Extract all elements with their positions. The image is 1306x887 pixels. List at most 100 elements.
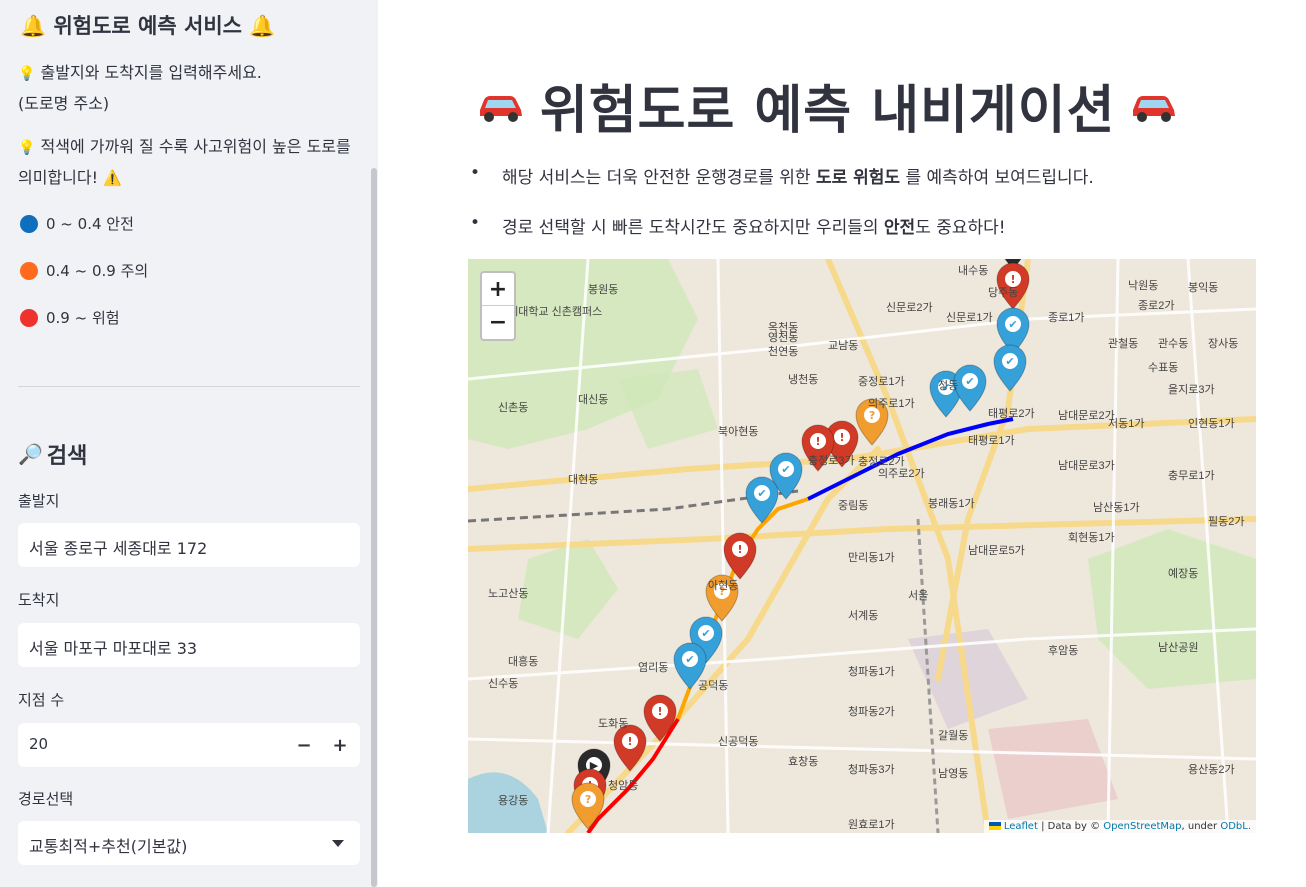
map-place-label: 남대문로2가 bbox=[1058, 409, 1115, 422]
map-place-label: 아현동 bbox=[708, 579, 738, 592]
leaflet-link[interactable]: Leaflet bbox=[1004, 821, 1038, 832]
map-place-label: 청암동 bbox=[608, 779, 638, 792]
map-place-label: 남대문로3가 bbox=[1058, 459, 1115, 472]
map-place-label: 서계동 bbox=[848, 609, 878, 622]
map-place-label: 노고산동 bbox=[488, 587, 528, 600]
map-place-label: 낙원동 bbox=[1128, 279, 1158, 292]
map-place-label: 신수동 bbox=[488, 677, 518, 690]
attr-text: | Data by © bbox=[1037, 821, 1104, 832]
zoom-control: + − bbox=[480, 271, 516, 341]
map-place-label: 천연동 bbox=[768, 344, 798, 358]
map-place-label: 인현동1가 bbox=[1188, 417, 1235, 430]
decrement-button[interactable]: − bbox=[286, 723, 322, 767]
svg-text:✔: ✔ bbox=[1005, 355, 1014, 368]
points-number-input[interactable]: 20 − + bbox=[18, 723, 360, 767]
map-place-label: 의주로1가 bbox=[868, 397, 915, 410]
info-risk-guide: 💡 적색에 가까워 질 수록 사고위험이 높은 도로를 의미합니다! ⚠️ bbox=[18, 132, 358, 193]
zoom-in-button[interactable]: + bbox=[482, 273, 514, 306]
route-map[interactable]: ▶!✔✔✔✔?!!✔✔!?✔✔!!▶!? 내수동당주동신문로2가신문로1가종로1… bbox=[468, 259, 1256, 833]
osm-link[interactable]: OpenStreetMap bbox=[1103, 821, 1181, 832]
map-place-label: 만리동1가 bbox=[848, 551, 895, 564]
map-place-label: 남영동 bbox=[938, 767, 968, 780]
sidebar: 🔔 위험도로 예측 서비스 🔔 💡 출발지와 도착지를 입력해주세요. (도로명… bbox=[0, 0, 378, 887]
map-place-label: 청파동3가 bbox=[848, 763, 895, 776]
map-place-label: 중림동 bbox=[838, 499, 868, 512]
map-place-label: 을지로3가 bbox=[1168, 383, 1215, 396]
points-value: 20 bbox=[29, 735, 49, 753]
map-place-label: 종로2가 bbox=[1138, 299, 1174, 312]
map-place-label: 충무로1가 bbox=[1168, 469, 1215, 482]
map-place-label: 봉원동 bbox=[588, 283, 618, 296]
bullet1-post: 를 예측하여 보여드립니다. bbox=[900, 168, 1094, 188]
legend-danger-label: 0.9 ~ 위험 bbox=[46, 309, 120, 327]
map-place-label: 도화동 bbox=[598, 717, 628, 730]
map-place-label: 정동 bbox=[938, 379, 958, 392]
map-place-label: 중정로1가 bbox=[858, 375, 905, 388]
svg-text:!: ! bbox=[737, 543, 742, 556]
svg-text:!: ! bbox=[657, 705, 662, 718]
bullet1-bold: 도로 위험도 bbox=[815, 168, 901, 188]
page-title-text: 위험도로 예측 내비게이션 bbox=[540, 81, 1116, 141]
red-car-icon bbox=[480, 95, 522, 122]
info-line1b: (도로명 주소) bbox=[18, 94, 110, 113]
map-place-label: 염리동 bbox=[638, 661, 668, 674]
map-place-label: 교남동 bbox=[828, 339, 858, 352]
map-place-label: 예장동 bbox=[1168, 567, 1198, 580]
route-select[interactable]: 교통최적+추천(기본값) bbox=[18, 821, 360, 865]
bullet-safety-note: • 경로 선택할 시 빠른 도착시간도 중요하지만 우리들의 안전도 중요하다! bbox=[470, 213, 1006, 238]
magnifier-icon: 🔎 bbox=[18, 442, 43, 466]
map-place-label: 옥천동 bbox=[768, 320, 798, 334]
map-place-label: 태평로2가 bbox=[988, 407, 1035, 420]
map-place-label: 서울 bbox=[908, 589, 928, 602]
search-heading: 🔎 검색 bbox=[18, 438, 87, 470]
map-place-label: 효창동 bbox=[788, 755, 818, 768]
legend-caution-label: 0.4 ~ 0.9 주의 bbox=[46, 262, 149, 280]
svg-text:✔: ✔ bbox=[757, 487, 766, 500]
sidebar-scrollbar[interactable] bbox=[371, 168, 377, 887]
info-line1: 출발지와 도착지를 입력해주세요. bbox=[40, 63, 262, 82]
map-canvas[interactable]: ▶!✔✔✔✔?!!✔✔!?✔✔!!▶!? 내수동당주동신문로2가신문로1가종로1… bbox=[468, 259, 1256, 833]
destination-input[interactable]: 서울 마포구 마포대로 33 bbox=[18, 623, 360, 667]
map-place-label: 청파동2가 bbox=[848, 705, 895, 718]
origin-input[interactable]: 서울 종로구 세종대로 172 bbox=[18, 523, 360, 567]
bell-icon: 🔔 bbox=[249, 14, 276, 38]
bullet-dot: • bbox=[470, 163, 481, 183]
map-place-label: 청파동1가 bbox=[848, 665, 895, 678]
map-place-label: 저동1가 bbox=[1108, 417, 1144, 430]
svg-text:!: ! bbox=[815, 435, 820, 448]
map-place-label: 충정로2가 bbox=[858, 455, 905, 468]
map-place-label: 의주로2가 bbox=[878, 467, 925, 480]
map-place-label: 당주동 bbox=[988, 286, 1018, 299]
svg-text:✔: ✔ bbox=[701, 627, 710, 640]
destination-input-value: 서울 마포구 마포대로 33 bbox=[29, 639, 198, 658]
map-place-label: 봉래동1가 bbox=[928, 497, 975, 510]
legend-safe-label: 0 ~ 0.4 안전 bbox=[46, 215, 134, 233]
zoom-out-button[interactable]: − bbox=[482, 306, 514, 339]
svg-text:?: ? bbox=[869, 409, 875, 422]
map-place-label: 장사동 bbox=[1208, 337, 1238, 350]
map-place-label: 필동2가 bbox=[1208, 515, 1244, 528]
bullet-text: 경로 선택할 시 빠른 도착시간도 중요하지만 우리들의 안전도 중요하다! bbox=[502, 213, 1006, 238]
info-input-guide: 💡 출발지와 도착지를 입력해주세요. (도로명 주소) bbox=[18, 58, 358, 118]
map-attribution: Leaflet | Data by © OpenStreetMap, under… bbox=[983, 820, 1256, 833]
map-place-label: 원효로1가 bbox=[848, 818, 895, 831]
route-select-label: 경로선택 bbox=[18, 790, 74, 808]
odbl-link[interactable]: ODbL. bbox=[1220, 821, 1251, 832]
lightbulb-icon: 💡 bbox=[18, 140, 36, 156]
map-place-label: 남산동1가 bbox=[1093, 501, 1140, 514]
map-place-label: 대현동 bbox=[568, 473, 598, 486]
svg-text:!: ! bbox=[839, 431, 844, 444]
sidebar-divider bbox=[18, 386, 360, 387]
increment-button[interactable]: + bbox=[322, 723, 358, 767]
map-place-label: 공덕동 bbox=[698, 679, 728, 692]
sidebar-title: 🔔 위험도로 예측 서비스 🔔 bbox=[20, 10, 275, 40]
map-place-label: 냉천동 bbox=[788, 372, 818, 386]
svg-text:✔: ✔ bbox=[781, 463, 790, 476]
origin-input-value: 서울 종로구 세종대로 172 bbox=[29, 539, 208, 558]
map-place-label: 봉익동 bbox=[1188, 281, 1218, 294]
map-place-label: 신촌동 bbox=[498, 401, 528, 414]
bullet1-pre: 해당 서비스는 더욱 안전한 운행경로를 위한 bbox=[502, 168, 816, 188]
map-place-label: 관수동 bbox=[1158, 337, 1188, 350]
map-place-label: 갈월동 bbox=[938, 728, 968, 742]
map-place-label: 남대문로5가 bbox=[968, 544, 1025, 557]
